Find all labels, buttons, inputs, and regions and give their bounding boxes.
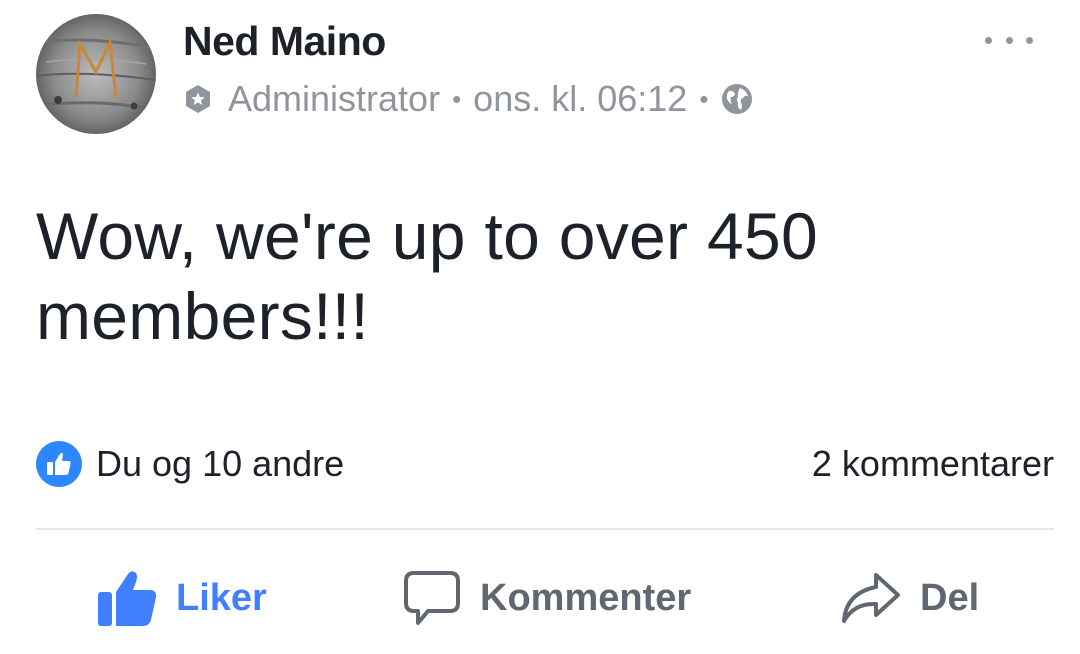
reactions-summary[interactable]: Du og 10 andre: [36, 440, 344, 488]
divider: [36, 528, 1054, 530]
thumbs-up-reaction-icon: [36, 441, 82, 487]
more-options-icon[interactable]: [985, 26, 1033, 54]
avatar-image: [36, 14, 156, 134]
globe-icon[interactable]: [720, 82, 754, 116]
comment-label: Kommenter: [480, 576, 692, 619]
more-dot: [1005, 36, 1013, 44]
speech-bubble-icon: [404, 571, 460, 625]
share-button[interactable]: Del: [840, 566, 979, 630]
post-text: Wow, we're up to over 450 members!!!: [36, 199, 818, 353]
meta-separator: •: [452, 83, 462, 114]
like-label: Liker: [176, 576, 267, 619]
post-timestamp[interactable]: ons. kl. 06:12: [473, 78, 687, 120]
reactions-text: Du og 10 andre: [96, 443, 345, 484]
thumbs-up-icon: [98, 571, 157, 626]
more-dot: [985, 36, 992, 44]
share-label: Del: [920, 576, 980, 619]
meta-separator: •: [699, 83, 709, 114]
author-avatar[interactable]: [36, 14, 156, 134]
post-meta: Administrator • ons. kl. 06:12 •: [182, 78, 754, 120]
share-arrow-icon: [842, 573, 900, 623]
author-role[interactable]: Administrator: [228, 78, 440, 120]
like-button[interactable]: Liker: [96, 566, 267, 630]
admin-badge-icon: [186, 85, 210, 113]
author-name[interactable]: Ned Maino: [183, 18, 386, 65]
comment-button[interactable]: Kommenter: [402, 566, 691, 630]
comments-count[interactable]: 2 kommentarer: [812, 440, 1054, 488]
more-dot: [1026, 36, 1033, 44]
